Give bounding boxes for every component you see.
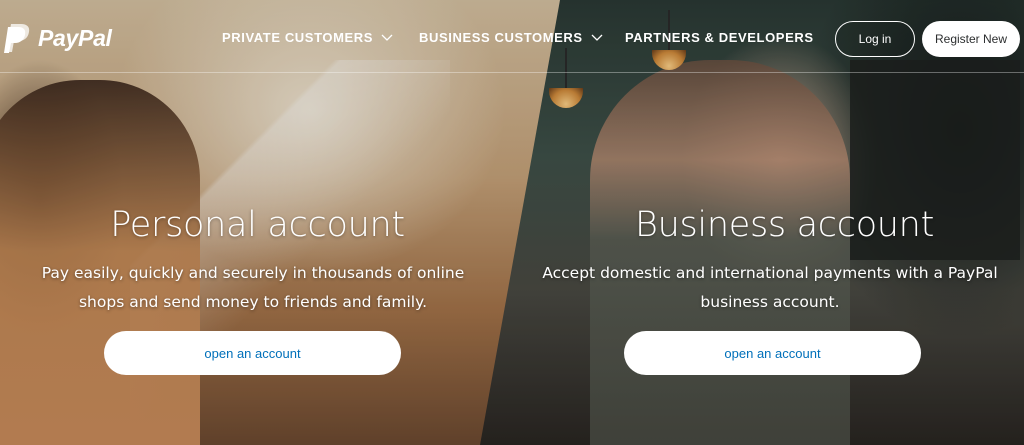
personal-account-description: Pay easily, quickly and securely in thou…	[41, 264, 465, 311]
business-account-description: Accept domestic and international paymen…	[542, 264, 998, 311]
logo-wordmark: PayPal	[38, 24, 112, 51]
business-account-section: Business account Accept domestic and int…	[520, 205, 1024, 317]
login-button[interactable]: Log in	[835, 21, 915, 57]
paypal-logo-icon	[4, 24, 30, 53]
open-business-account-button[interactable]: open an account	[624, 331, 921, 375]
register-button[interactable]: Register New	[922, 21, 1020, 57]
nav-business-customers[interactable]: BUSINESS CUSTOMERS	[419, 30, 603, 45]
nav-item-label: BUSINESS CUSTOMERS	[419, 30, 583, 45]
business-account-title: Business account	[634, 205, 934, 245]
nav-private-customers[interactable]: PRIVATE CUSTOMERS	[222, 30, 393, 45]
paypal-logo[interactable]: PayPal	[2, 22, 112, 54]
nav-item-label: PARTNERS & DEVELOPERS	[625, 30, 814, 45]
header-divider	[0, 72, 1024, 73]
open-personal-account-button[interactable]: open an account	[104, 331, 401, 375]
nav-partners-developers[interactable]: PARTNERS & DEVELOPERS	[625, 30, 814, 45]
personal-account-title: Personal account	[110, 205, 405, 245]
personal-account-section: Personal account Pay easily, quickly and…	[0, 205, 505, 317]
chevron-down-icon	[591, 34, 603, 41]
chevron-down-icon	[381, 34, 393, 41]
site-header: PayPal PRIVATE CUSTOMERS BUSINESS CUSTOM…	[0, 0, 1024, 72]
nav-item-label: PRIVATE CUSTOMERS	[222, 30, 374, 45]
